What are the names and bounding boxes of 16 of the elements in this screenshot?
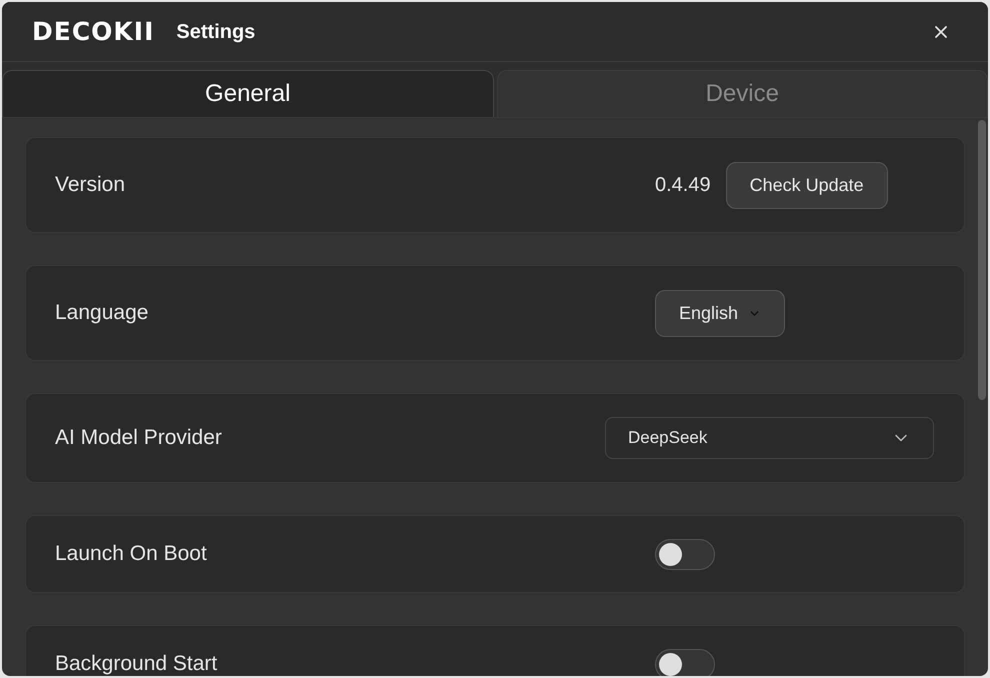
- check-update-button[interactable]: Check Update: [726, 162, 888, 208]
- version-number: 0.4.49: [655, 173, 711, 198]
- setting-label: Background Start: [55, 653, 218, 675]
- setting-label: Language: [55, 302, 150, 324]
- setting-label: Launch On Boot: [55, 543, 208, 565]
- setting-label: AI Model Provider: [55, 427, 223, 449]
- tab[interactable]: Device: [496, 70, 988, 117]
- scrollbar-thumb[interactable]: [978, 120, 986, 400]
- logo-wordmark: DECOKII: [32, 19, 154, 44]
- setting-label: Version: [55, 174, 126, 196]
- toggle-switch[interactable]: [655, 648, 715, 676]
- toggle-switch[interactable]: [655, 538, 715, 570]
- language-menu-button[interactable]: English: [655, 290, 786, 336]
- provider-dropdown[interactable]: DeepSeek: [605, 417, 934, 459]
- tab[interactable]: General: [2, 70, 494, 117]
- window-title: Settings: [176, 20, 256, 44]
